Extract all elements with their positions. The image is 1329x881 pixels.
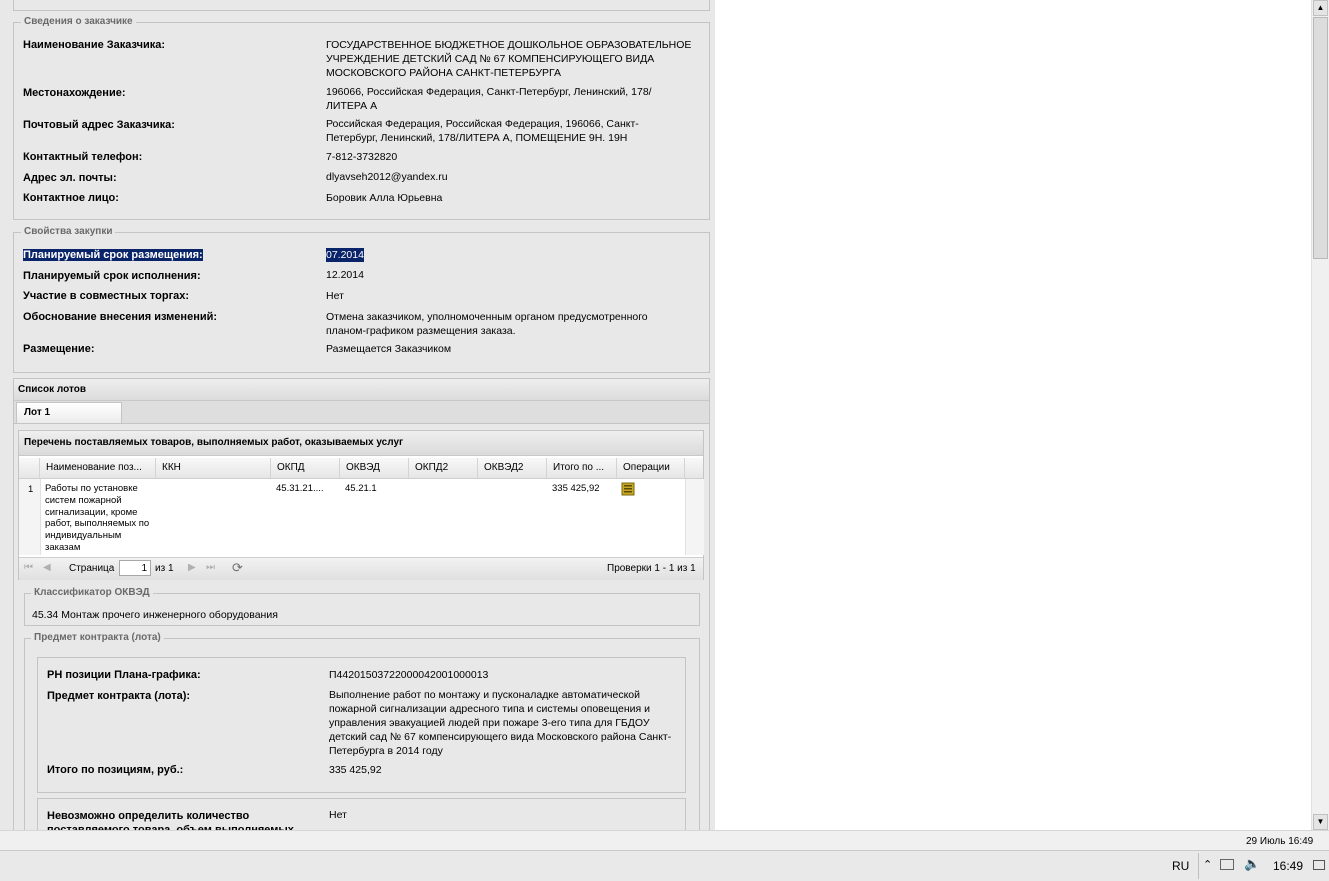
planned-execution-value: 12.2014 [326, 269, 364, 281]
page-scrollbar[interactable]: ▲ ▼ [1311, 0, 1329, 830]
last-page-icon[interactable]: ⏭ [206, 562, 215, 573]
change-reason-label: Обоснование внесения изменений: [23, 311, 218, 323]
planned-placement-value: 07.2014 [326, 248, 364, 262]
scroll-thumb[interactable] [1313, 17, 1328, 259]
row-okved: 45.21.1 [345, 483, 377, 494]
scroll-up-icon[interactable]: ▲ [1313, 0, 1328, 16]
customer-postal-value: Российская Федерация, Российская Федерац… [326, 118, 639, 144]
row-number: 1 [28, 484, 34, 495]
refresh-icon[interactable]: ⟳ [232, 560, 243, 576]
col-operations[interactable]: Операции [617, 458, 685, 478]
clock[interactable]: 16:49 [1273, 859, 1303, 873]
customer-phone-label: Контактный телефон: [23, 151, 143, 163]
items-grid-title: Перечень поставляемых товаров, выполняем… [24, 437, 404, 448]
customer-contact-value: Боровик Алла Юрьевна [326, 192, 443, 204]
row-okpd: 45.31.21.... [276, 483, 324, 494]
customer-contact-label: Контактное лицо: [23, 192, 119, 204]
prev-page-icon[interactable]: ◀ [43, 562, 51, 573]
customer-legend: Сведения о заказчике [21, 16, 136, 27]
customer-postal-label: Почтовый адрес Заказчика: [23, 119, 175, 131]
show-desktop-icon[interactable] [1313, 860, 1325, 870]
customer-email-label: Адрес эл. почты: [23, 172, 117, 184]
contract-legend: Предмет контракта (лота) [31, 632, 164, 643]
joint-trading-label: Участие в совместных торгах: [23, 290, 190, 302]
document-panel: Сведения о заказчике Наименование Заказч… [0, 0, 715, 830]
quantity-undefined-label: Невозможно определить количество поставл… [47, 810, 294, 830]
view-details-icon[interactable] [621, 482, 635, 496]
purchase-legend: Свойства закупки [21, 226, 116, 237]
status-datetime: 29 Июль 16:49 [1246, 836, 1314, 847]
placement-label: Размещение: [23, 343, 95, 355]
pager-status: Проверки 1 - 1 из 1 [607, 563, 696, 574]
previous-fieldset [13, 0, 710, 11]
col-name[interactable]: Наименование поз... [40, 458, 156, 478]
grid-vscroll[interactable] [685, 479, 704, 555]
network-icon[interactable] [1220, 859, 1234, 870]
col-rownum [19, 458, 40, 478]
customer-phone-value: 7-812-3732820 [326, 151, 398, 163]
customer-name-value: ГОСУДАРСТВЕННОЕ БЮДЖЕТНОЕ ДОШКОЛЬНОЕ ОБР… [326, 39, 692, 79]
first-page-icon[interactable]: ⏮ [24, 562, 33, 573]
col-kkn[interactable]: ККН [156, 458, 271, 478]
placement-value: Размещается Заказчиком [326, 343, 452, 355]
okved-legend: Классификатор ОКВЭД [31, 587, 153, 598]
change-reason-value: Отмена заказчиком, уполномоченным органо… [326, 311, 648, 337]
volume-icon[interactable]: 🔈 [1244, 856, 1260, 872]
tab-lot-1-label: Лот 1 [24, 407, 51, 418]
taskbar-divider [1198, 853, 1199, 879]
quantity-undefined-value: Нет [329, 809, 347, 821]
lots-title: Список лотов [18, 384, 86, 395]
planned-placement-label: Планируемый срок размещения: [23, 249, 203, 261]
planned-execution-label: Планируемый срок исполнения: [23, 270, 201, 282]
page-count-label: из 1 [155, 563, 174, 574]
status-bar: 29 Июль 16:49 [0, 830, 1329, 852]
col-total[interactable]: Итого по ... [547, 458, 617, 478]
items-grid-header: Наименование поз... ККН ОКПД ОКВЭД ОКПД2… [19, 458, 703, 479]
row-total: 335 425,92 [552, 483, 600, 494]
contract-subject-value: Выполнение работ по монтажу и пусконалад… [329, 689, 672, 757]
show-hidden-icons-icon[interactable]: ⌃ [1203, 858, 1212, 871]
col-okved[interactable]: ОКВЭД [340, 458, 409, 478]
taskbar: RU ⌃ 🔈 16:49 [0, 850, 1329, 881]
tab-lot-1[interactable]: Лот 1 [16, 402, 122, 423]
okved-value: 45.34 Монтаж прочего инженерного оборудо… [32, 609, 278, 621]
table-row[interactable]: 1 Работы по установке систем пожарной си… [19, 479, 685, 555]
page-label: Страница [69, 563, 115, 574]
total-positions-value: 335 425,92 [329, 764, 382, 776]
customer-location-value: 196066, Российская Федерация, Санкт-Пете… [326, 86, 652, 112]
next-page-icon[interactable]: ▶ [188, 562, 196, 573]
scroll-down-icon[interactable]: ▼ [1313, 814, 1328, 830]
row-name: Работы по установке систем пожарной сигн… [45, 483, 150, 553]
col-okpd[interactable]: ОКПД [271, 458, 340, 478]
col-okpd2[interactable]: ОКПД2 [409, 458, 478, 478]
page-number-input[interactable] [119, 560, 151, 576]
joint-trading-value: Нет [326, 290, 344, 302]
plan-position-label: РН позиции Плана-графика: [47, 669, 201, 681]
customer-location-label: Местонахождение: [23, 87, 126, 99]
lots-header [14, 379, 709, 401]
contract-subject-label: Предмет контракта (лота): [47, 690, 191, 702]
language-indicator[interactable]: RU [1172, 859, 1189, 873]
customer-name-label: Наименование Заказчика: [23, 39, 166, 51]
col-okved2[interactable]: ОКВЭД2 [478, 458, 547, 478]
total-positions-label: Итого по позициям, руб.: [47, 764, 184, 776]
plan-position-value: П44201503722000042001000013 [329, 669, 489, 681]
customer-email-value: dlyavseh2012@yandex.ru [326, 171, 448, 183]
